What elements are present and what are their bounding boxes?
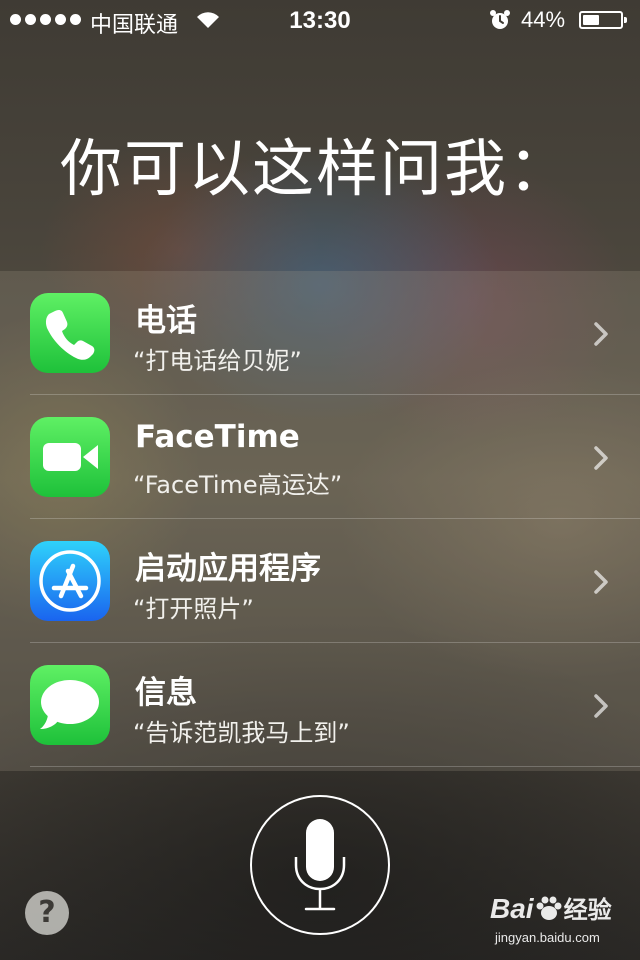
suggestion-example: “告诉范凯我马上到” (133, 719, 350, 747)
logo-text: Bai (490, 893, 534, 924)
suggestion-example: “打电话给贝妮” (133, 347, 302, 375)
chevron-right-icon (594, 322, 608, 346)
watermark-url: jingyan.baidu.com (495, 930, 600, 945)
chevron-right-icon (594, 570, 608, 594)
alarm-icon (490, 10, 510, 29)
phone-icon (30, 293, 110, 373)
battery-icon (579, 11, 627, 29)
suggestion-title: 信息 (135, 675, 197, 711)
microphone-icon (294, 819, 346, 911)
suggestion-row-messages[interactable]: 信息 “告诉范凯我马上到” (0, 643, 640, 767)
battery-percent: 44% (521, 7, 566, 32)
page-title: 你可以这样问我： (60, 132, 573, 205)
suggestion-row-launch-app[interactable]: 启动应用程序 “打开照片” (0, 519, 640, 643)
divider (30, 766, 640, 767)
app-store-icon (30, 541, 110, 621)
suggestions-list: 电话 “打电话给贝妮” FaceTime “FaceTime高运达” 启动应用程… (0, 271, 640, 771)
microphone-button[interactable] (250, 795, 390, 935)
logo-suffix: 经验 (563, 896, 612, 924)
baidu-jingyan-watermark: Bai 经验 jingyan.baidu.com (490, 890, 630, 950)
facetime-icon (30, 417, 110, 497)
suggestion-title: FaceTime (135, 419, 300, 455)
battery-level-fill (583, 15, 599, 25)
help-button[interactable]: ? (25, 891, 69, 935)
suggestion-row-facetime[interactable]: FaceTime “FaceTime高运达” (0, 395, 640, 519)
suggestion-title: 电话 (135, 303, 197, 339)
chevron-right-icon (594, 446, 608, 470)
chevron-right-icon (594, 694, 608, 718)
status-bar: 中国联通 13:30 44% (0, 0, 640, 40)
messages-icon (30, 665, 110, 745)
suggestion-example: “打开照片” (133, 595, 254, 623)
paw-icon (536, 896, 562, 920)
suggestion-title: 启动应用程序 (135, 551, 321, 587)
suggestion-row-phone[interactable]: 电话 “打电话给贝妮” (0, 271, 640, 395)
suggestion-example: “FaceTime高运达” (133, 471, 343, 499)
baidu-logo: Bai 经验 (490, 890, 612, 925)
